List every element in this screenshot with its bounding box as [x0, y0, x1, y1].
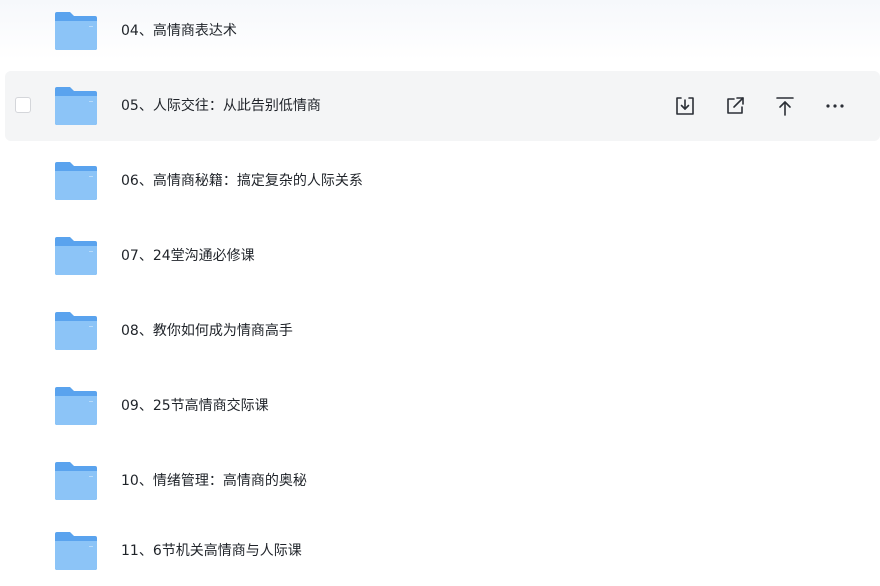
file-row[interactable]: 06、高情商秘籍：搞定复杂的人际关系	[5, 146, 880, 216]
file-name[interactable]: 04、高情商表达术	[121, 0, 237, 66]
folder-icon	[53, 530, 99, 572]
row-checkbox[interactable]	[15, 97, 31, 113]
file-row[interactable]: 04、高情商表达术	[5, 0, 880, 66]
row-actions	[650, 71, 850, 141]
file-name[interactable]: 07、24堂沟通必修课	[121, 221, 255, 291]
folder-icon	[53, 10, 99, 52]
folder-icon	[53, 235, 99, 277]
file-name[interactable]: 09、25节高情商交际课	[121, 371, 269, 441]
file-row[interactable]: 07、24堂沟通必修课	[5, 221, 880, 291]
file-name[interactable]: 11、6节机关高情商与人际课	[121, 516, 302, 586]
file-row[interactable]: 05、人际交往：从此告别低情商	[5, 71, 880, 141]
folder-icon	[53, 85, 99, 127]
share-icon[interactable]	[720, 91, 750, 121]
file-row[interactable]: 09、25节高情商交际课	[5, 371, 880, 441]
folder-icon	[53, 310, 99, 352]
file-name[interactable]: 10、情绪管理：高情商的奥秘	[121, 446, 307, 516]
more-icon[interactable]	[820, 91, 850, 121]
file-row[interactable]: 11、6节机关高情商与人际课	[5, 516, 880, 586]
folder-icon	[53, 460, 99, 502]
file-list: 04、高情商表达术 05、人际交往：从此告别低情商 06、高情商秘籍：搞定复杂的…	[0, 0, 880, 586]
file-name[interactable]: 08、教你如何成为情商高手	[121, 296, 293, 366]
file-name[interactable]: 06、高情商秘籍：搞定复杂的人际关系	[121, 146, 363, 216]
folder-icon	[53, 160, 99, 202]
folder-icon	[53, 385, 99, 427]
file-row[interactable]: 10、情绪管理：高情商的奥秘	[5, 446, 880, 516]
file-row[interactable]: 08、教你如何成为情商高手	[5, 296, 880, 366]
move-to-top-icon[interactable]	[770, 91, 800, 121]
download-icon[interactable]	[670, 91, 700, 121]
file-name[interactable]: 05、人际交往：从此告别低情商	[121, 71, 321, 141]
